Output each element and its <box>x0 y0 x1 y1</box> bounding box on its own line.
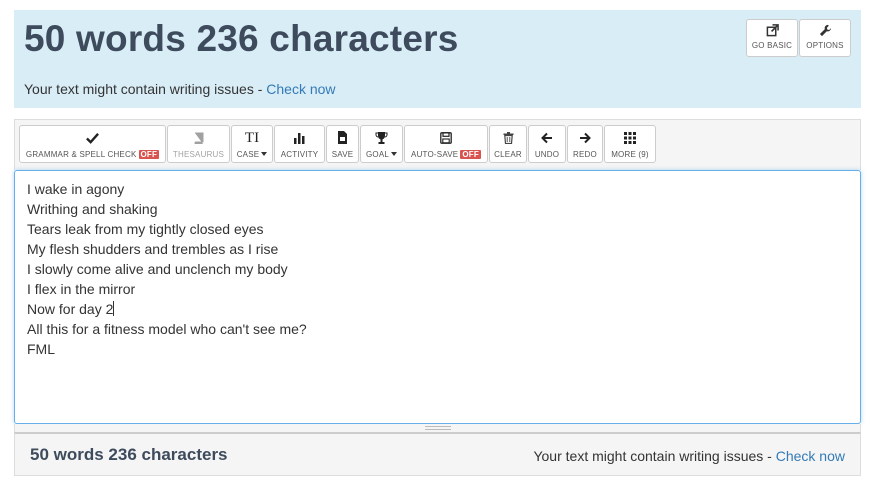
case-label: CASE <box>236 150 260 159</box>
floppy-disk-icon <box>405 131 487 145</box>
caret-down-icon <box>391 152 398 156</box>
footer-issues-text: Your text might contain writing issues - <box>533 448 776 464</box>
editor-line: All this for a fitness model who can't s… <box>27 321 307 337</box>
case-dropdown-button[interactable]: TI CASE <box>231 125 273 163</box>
redo-button[interactable]: REDO <box>567 125 603 163</box>
text-case-icon: TI <box>244 130 260 146</box>
grammar-status-badge: OFF <box>138 150 160 159</box>
caret-down-icon <box>261 152 268 156</box>
go-basic-label: GO BASIC <box>751 41 793 50</box>
page-title: 50 words 236 characters <box>24 18 459 59</box>
editor-line-with-cursor: Now for day 2 <box>27 299 848 319</box>
grip-icon <box>425 426 451 430</box>
grid-icon <box>605 131 655 145</box>
arrow-left-icon <box>529 131 565 145</box>
header-check-now-link[interactable]: Check now <box>266 81 335 97</box>
thesaurus-label: THESAURUS <box>172 150 225 159</box>
more-button[interactable]: MORE (9) <box>604 125 656 163</box>
book-icon <box>168 131 229 145</box>
editor-line: My flesh shudders and trembles as I rise <box>27 241 279 257</box>
thesaurus-button[interactable]: THESAURUS <box>167 125 230 163</box>
footer-panel: 50 words 236 characters Your text might … <box>14 432 861 476</box>
clear-label: CLEAR <box>494 150 522 159</box>
activity-label: ACTIVITY <box>280 150 319 159</box>
redo-label: REDO <box>573 150 597 159</box>
arrow-right-icon <box>568 131 602 145</box>
save-button[interactable]: SAVE <box>326 125 359 163</box>
activity-button[interactable]: ACTIVITY <box>274 125 325 163</box>
header-panel: 50 words 236 characters Your text might … <box>14 10 861 108</box>
wrench-icon <box>800 24 850 38</box>
save-label: SAVE <box>331 150 354 159</box>
footer-check-now-link[interactable]: Check now <box>776 448 845 464</box>
more-label: MORE (9) <box>611 150 649 159</box>
footer-word-count: 50 words 236 characters <box>30 445 228 464</box>
editor-line: Now for day 2 <box>27 301 114 317</box>
toolbar: GRAMMAR & SPELL CHECK OFF THESAURUS TI CA… <box>14 119 861 170</box>
goal-label: GOAL <box>365 150 390 159</box>
text-editor[interactable]: I wake in agony Writhing and shaking Tea… <box>14 170 861 424</box>
footer-issues-message: Your text might contain writing issues -… <box>533 448 845 464</box>
undo-button[interactable]: UNDO <box>528 125 566 163</box>
undo-label: UNDO <box>534 150 560 159</box>
options-button[interactable]: OPTIONS <box>799 19 851 57</box>
options-label: OPTIONS <box>806 41 844 50</box>
grammar-spell-check-button[interactable]: GRAMMAR & SPELL CHECK OFF <box>19 125 166 163</box>
go-basic-button[interactable]: GO BASIC <box>746 19 798 57</box>
editor-line: I slowly come alive and unclench my body <box>27 261 288 277</box>
editor-line: Writhing and shaking <box>27 201 158 217</box>
bar-chart-icon <box>275 131 324 145</box>
goal-dropdown-button[interactable]: GOAL <box>360 125 403 163</box>
grammar-spell-check-label: GRAMMAR & SPELL CHECK <box>25 150 137 159</box>
checkmark-icon <box>20 131 165 145</box>
auto-save-status-badge: OFF <box>460 150 481 159</box>
editor-line: FML <box>27 341 55 357</box>
text-cursor <box>113 301 115 316</box>
header-issues-message: Your text might contain writing issues -… <box>24 81 336 97</box>
trash-icon <box>490 131 526 145</box>
auto-save-button[interactable]: AUTO-SAVE OFF <box>404 125 488 163</box>
auto-save-label: AUTO-SAVE <box>411 150 459 159</box>
external-link-icon <box>747 24 797 38</box>
editor-line: I flex in the mirror <box>27 281 136 297</box>
header-issues-text: Your text might contain writing issues - <box>24 81 267 97</box>
clear-button[interactable]: CLEAR <box>489 125 527 163</box>
editor-resize-handle[interactable] <box>14 424 861 432</box>
trophy-icon <box>361 131 402 145</box>
editor-line: Tears leak from my tightly closed eyes <box>27 221 264 237</box>
save-file-icon <box>327 131 358 145</box>
editor-line: I wake in agony <box>27 181 125 197</box>
